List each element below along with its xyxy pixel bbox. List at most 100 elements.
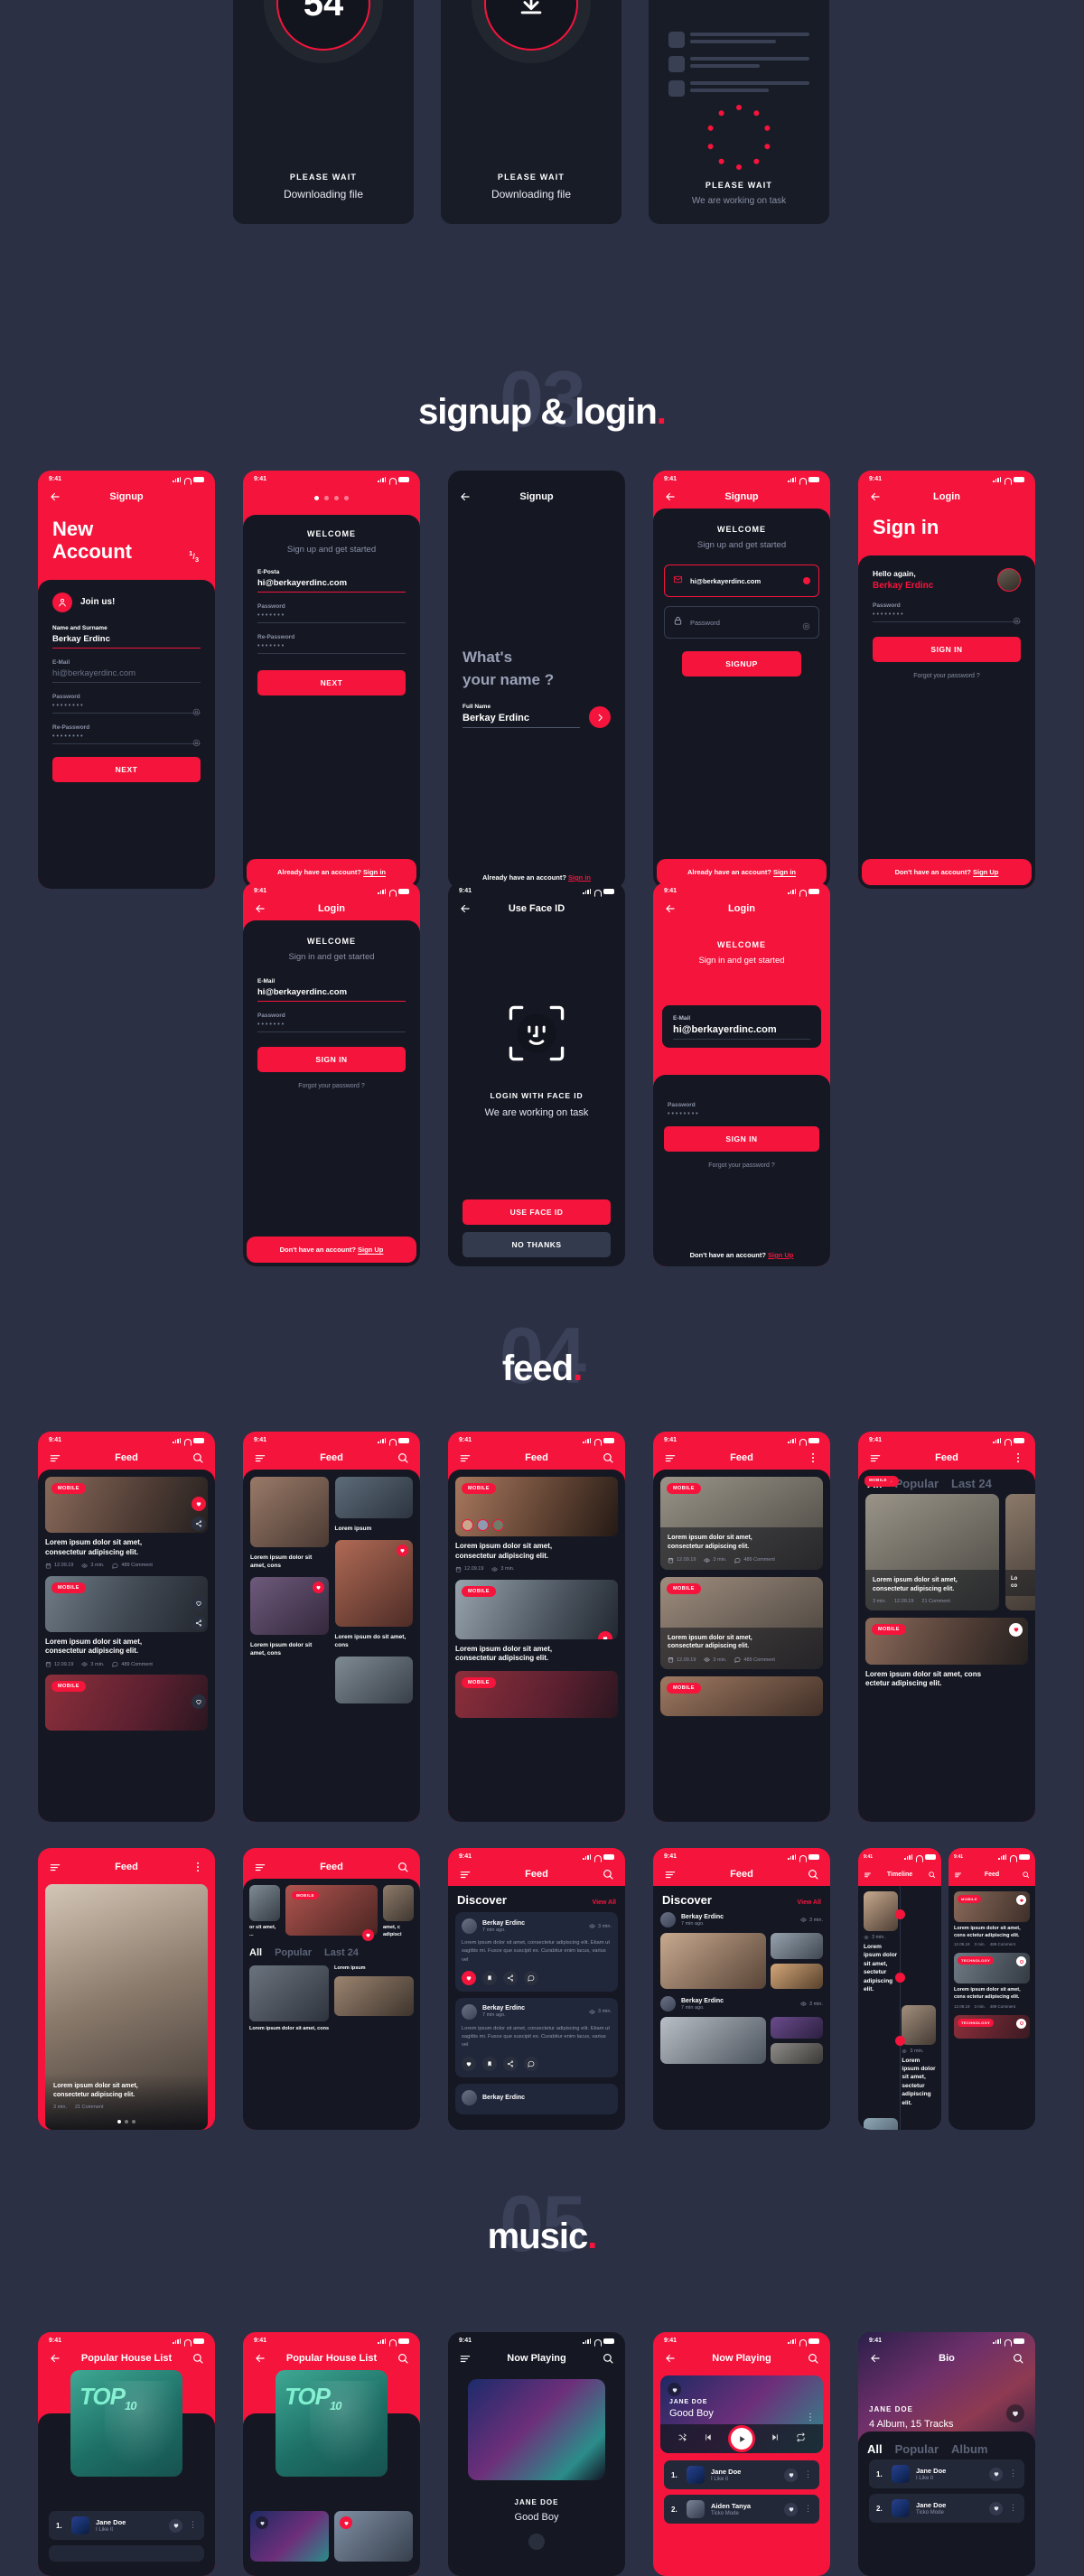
- screen-login-welcome[interactable]: 9:41 Login WELCOME Sign in and get start…: [243, 882, 420, 1266]
- like-icon[interactable]: [989, 2467, 1003, 2481]
- more-icon[interactable]: ⋮: [189, 2520, 197, 2529]
- like-icon[interactable]: [989, 2501, 1003, 2515]
- field-repassword[interactable]: Re-Password •••••••: [257, 634, 406, 654]
- more-icon[interactable]: ⋮: [1009, 2469, 1017, 2478]
- like-icon[interactable]: [1016, 2018, 1026, 2029]
- album-cover[interactable]: TOP10: [276, 2370, 388, 2477]
- screen-discover-photos[interactable]: 9:41 Feed Discover View All Berkay Erdin…: [653, 1848, 830, 2130]
- footer-link[interactable]: Sign Up: [358, 1246, 383, 1254]
- discover-photos-body[interactable]: Discover View All Berkay Erdinc 7 min ag…: [653, 1886, 830, 2130]
- more-icon[interactable]: ⋮: [1009, 2503, 1017, 2512]
- screen-feed-grid[interactable]: 9:41 Feed Lorem ipsum dolor sit amet, co…: [243, 1432, 420, 1822]
- search-icon[interactable]: [602, 1868, 614, 1881]
- bookmark-icon[interactable]: [482, 1970, 497, 1985]
- timeline-item[interactable]: 3 min. Lorem ipsum dolor sit amet, secte…: [864, 2118, 898, 2130]
- search-icon[interactable]: [192, 2352, 204, 2365]
- screen-feed-tabs-grid[interactable]: Feed or sit amet, ... MOBILE amet, c adi…: [243, 1848, 420, 2130]
- feed-card[interactable]: MOBILE Lorem ipsum dolor sit amet,consec…: [455, 1579, 618, 1665]
- next-button[interactable]: NEXT: [257, 670, 406, 695]
- track-list[interactable]: 1. Jane Doe I Like it ⋮ 2. Aiden Tanya T…: [653, 2453, 830, 2576]
- screen-feed-stories[interactable]: 9:41 Feed MOBILE Lorem ipsum dolor sit a…: [448, 1432, 625, 1822]
- track-list[interactable]: 1. Jane Doe I Like it ⋮: [38, 2506, 215, 2576]
- signin-footer-bar[interactable]: Already have an account? Sign in: [247, 859, 416, 885]
- tab-popular[interactable]: Popular: [895, 2442, 939, 2456]
- like-icon[interactable]: [312, 1582, 324, 1594]
- feed-tabbed[interactable]: All Popular Last 24 MOBILE Lorem ipsum d…: [858, 1470, 1035, 1822]
- menu-icon[interactable]: [254, 1861, 266, 1873]
- post-actions[interactable]: [192, 1497, 206, 1531]
- tab-popular[interactable]: Popular: [895, 1477, 939, 1490]
- feed-card[interactable]: TECHNOLOGY: [954, 2014, 1030, 2039]
- feed-list[interactable]: MOBILE Lorem ipsum dolor sit amet, consec…: [448, 1470, 625, 1822]
- view-all-link[interactable]: View All: [798, 1899, 821, 1906]
- screen-login-floating[interactable]: 9:41 Login WELCOME Sign in and get start…: [653, 882, 830, 1266]
- back-arrow-icon[interactable]: [869, 2352, 882, 2365]
- signin-button[interactable]: SIGN IN: [873, 637, 1021, 662]
- feed-card[interactable]: MOBILE Lorem ipsum dolor sit amet, cons e…: [858, 1617, 1035, 1690]
- album-tile[interactable]: [250, 2511, 329, 2562]
- photo[interactable]: [770, 1963, 823, 1989]
- menu-icon[interactable]: [459, 1868, 472, 1881]
- signup-button[interactable]: SIGNUP: [682, 651, 801, 677]
- like-icon[interactable]: [340, 2516, 352, 2529]
- like-icon[interactable]: [784, 2502, 798, 2516]
- back-arrow-icon[interactable]: [664, 902, 677, 915]
- screen-feed-hero[interactable]: Feed Lorem ipsum dolor sit amet, consecte…: [38, 1848, 215, 2130]
- like-icon[interactable]: [1006, 2404, 1024, 2422]
- page-dots[interactable]: [243, 485, 420, 515]
- like-icon[interactable]: [1016, 1895, 1026, 1905]
- footer-link[interactable]: Sign Up: [973, 868, 998, 876]
- avatar[interactable]: [660, 1912, 676, 1927]
- field-password[interactable]: Password ••••••••: [668, 1102, 816, 1121]
- comment-icon[interactable]: [524, 1970, 538, 1985]
- like-icon[interactable]: [397, 1545, 408, 1557]
- back-arrow-icon[interactable]: [254, 902, 266, 915]
- menu-icon[interactable]: [664, 1868, 677, 1881]
- more-icon[interactable]: [1012, 1451, 1024, 1464]
- back-arrow-icon[interactable]: [664, 2352, 677, 2365]
- signin-footer-bar[interactable]: Already have an account? Sign in: [657, 859, 827, 885]
- menu-icon[interactable]: [49, 1861, 61, 1873]
- email-input[interactable]: hi@berkayerdinc.com: [664, 565, 819, 597]
- screen-signup-name[interactable]: Signup What's your name ? Full Name Berk…: [448, 471, 625, 889]
- field-password[interactable]: Password •••••••: [257, 603, 406, 623]
- view-all-link[interactable]: View All: [593, 1899, 616, 1906]
- tab-album[interactable]: Album: [951, 2442, 987, 2456]
- field-password[interactable]: Password •••••••: [257, 1013, 406, 1032]
- photo[interactable]: [770, 2017, 823, 2039]
- next-arrow-button[interactable]: [589, 706, 611, 729]
- shuffle-icon[interactable]: [678, 2431, 687, 2447]
- forgot-password-link[interactable]: Forgot your password ?: [858, 673, 1035, 679]
- avatar[interactable]: [462, 2089, 477, 2105]
- like-icon[interactable]: [462, 2056, 476, 2071]
- more-icon[interactable]: ⋮: [806, 2413, 815, 2422]
- screen-feed-tabs[interactable]: 9:41 Feed All Popular Last 24 MOBILE: [858, 1432, 1035, 1822]
- search-icon[interactable]: [1012, 2352, 1024, 2365]
- bio-tabs[interactable]: All Popular Album: [858, 2435, 1035, 2459]
- player-controls[interactable]: [660, 2424, 823, 2453]
- share-icon[interactable]: [503, 1970, 518, 1985]
- feed-card[interactable]: MOBILE: [45, 1675, 208, 1731]
- avatar[interactable]: [462, 1918, 477, 1934]
- track-row[interactable]: 2. Aiden Tanya Ticko Mode ⋮: [664, 2495, 819, 2524]
- back-arrow-icon[interactable]: [664, 490, 677, 503]
- search-icon[interactable]: [397, 2352, 409, 2365]
- repeat-icon[interactable]: [796, 2431, 806, 2447]
- track-row[interactable]: 1. Jane Doe I Like it ⋮: [664, 2460, 819, 2489]
- feed-body[interactable]: or sit amet, ... MOBILE amet, c adipisci…: [243, 1879, 420, 2130]
- fullname-row[interactable]: Full Name Berkay Erdinc: [463, 704, 611, 729]
- discover-post[interactable]: Berkay Erdinc 7 min ago. 3 min. Lorem ip…: [455, 1997, 618, 2077]
- hero-card[interactable]: Lorem ipsum dolor sit amet, consectetur a…: [45, 1884, 208, 2130]
- feed-tabs[interactable]: All Popular Last 24: [249, 1946, 414, 1965]
- eye-icon[interactable]: [192, 705, 201, 715]
- grid-image[interactable]: [250, 1577, 329, 1636]
- bio-body[interactable]: All Popular Album 1. Jane Doe I Like it …: [858, 2431, 1035, 2576]
- screen-popular-house-list[interactable]: 9:41 Popular House List TOP10 1.: [38, 2332, 215, 2576]
- back-arrow-icon[interactable]: [49, 2352, 61, 2365]
- signup-footer-bar[interactable]: Don't have an account? Sign Up: [247, 1237, 416, 1263]
- carousel-dots[interactable]: [45, 2120, 208, 2123]
- grid-image[interactable]: [334, 1540, 413, 1628]
- search-icon[interactable]: [1022, 1871, 1030, 1879]
- like-icon[interactable]: [462, 1970, 476, 1985]
- feed-masonry[interactable]: Lorem ipsum dolor sit amet, cons Lorem i…: [243, 1470, 420, 1822]
